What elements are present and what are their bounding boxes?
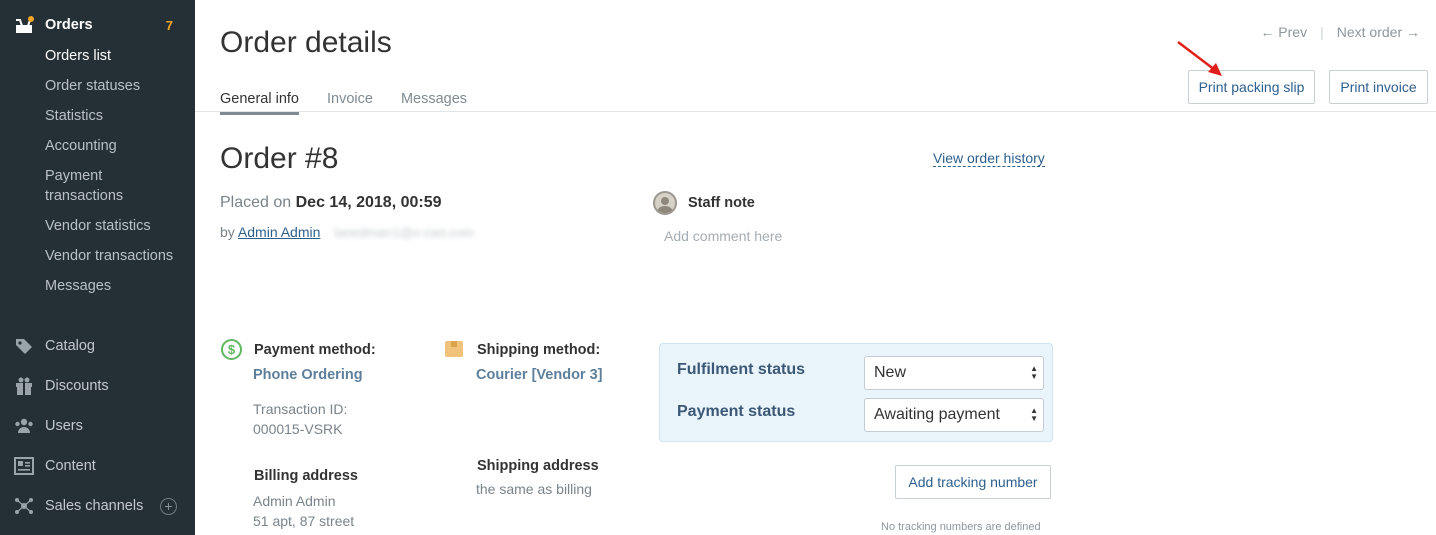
tag-icon [16, 339, 32, 354]
payment-method-value: Phone Ordering [253, 367, 363, 383]
shipping-address-value: the same as billing [476, 481, 592, 497]
order-number-title: Order #8 [220, 142, 339, 175]
transaction-id-label: Transaction ID: [253, 401, 348, 417]
fulfilment-status-select[interactable]: New ▲ ▼ [864, 356, 1044, 390]
sidebar-item-discounts[interactable]: Discounts [0, 371, 195, 401]
view-order-history-link[interactable]: View order history [933, 150, 1045, 167]
payment-status-value: Awaiting payment [874, 406, 1000, 423]
billing-address-name: Admin Admin [253, 493, 336, 509]
order-status-panel: Fulfilment status New ▲ ▼ Payment status … [659, 343, 1053, 442]
order-placed-info: Placed on Dec 14, 2018, 00:59 [220, 194, 442, 212]
customer-name-link[interactable]: Admin Admin [238, 224, 320, 240]
add-sales-channel-button[interactable]: + [160, 498, 177, 515]
page-title: Order details [220, 26, 392, 59]
select-arrows-icon: ▲ ▼ [1030, 364, 1038, 381]
gift-icon [16, 377, 32, 395]
sidebar-item-vendor-statistics[interactable]: Vendor statistics [45, 216, 151, 236]
print-invoice-button[interactable]: Print invoice [1329, 70, 1428, 104]
header-divider [195, 111, 1436, 112]
sidebar-item-label: Users [45, 418, 83, 434]
order-byline: by Admin Admin lanedmarr1@x-cart.com [220, 224, 474, 240]
by-prefix: by [220, 224, 235, 240]
sidebar-item-vendor-transactions[interactable]: Vendor transactions [45, 246, 173, 266]
package-icon [445, 341, 463, 357]
staff-avatar [653, 191, 677, 215]
sidebar-item-label: Sales channels [45, 498, 144, 514]
sidebar: Orders 7 Orders list Order statuses Stat… [0, 0, 195, 535]
prev-order-link[interactable]: ← Prev [1260, 24, 1307, 40]
sidebar-item-label: Content [45, 458, 96, 474]
select-arrows-icon: ▲ ▼ [1030, 406, 1038, 423]
main-content: Order details General info Invoice Messa… [195, 0, 1436, 535]
sidebar-item-users[interactable]: Users [0, 411, 195, 441]
sidebar-item-label: Discounts [45, 378, 109, 394]
no-tracking-text: No tracking numbers are defined [881, 521, 1041, 533]
annotation-arrow-icon [1177, 41, 1222, 76]
payment-status-label: Payment status [677, 403, 796, 420]
next-order-link[interactable]: Next order → [1337, 24, 1420, 40]
sidebar-item-payment-transactions[interactable]: Payment transactions [45, 166, 145, 206]
customer-email-blurred: lanedmarr1@x-cart.com [334, 225, 474, 240]
sidebar-item-statistics[interactable]: Statistics [45, 106, 103, 126]
payment-status-select[interactable]: Awaiting payment ▲ ▼ [864, 398, 1044, 432]
billing-address-line1: 51 apt, 87 street [253, 513, 355, 529]
fulfilment-status-value: New [874, 364, 907, 381]
sidebar-item-catalog[interactable]: Catalog [0, 331, 195, 361]
users-icon [15, 418, 33, 433]
sidebar-item-order-statuses[interactable]: Order statuses [45, 76, 140, 96]
transaction-id-value: 000015-VSRK [253, 421, 343, 437]
sidebar-item-sales-channels[interactable]: Sales channels + [0, 491, 195, 521]
sales-channels-icon [15, 498, 33, 514]
sidebar-item-label: Catalog [45, 338, 95, 354]
order-pager: ← Prev | Next order → [1260, 24, 1420, 40]
staff-note-input[interactable]: Add comment here [664, 228, 782, 244]
sidebar-item-orders-list[interactable]: Orders list [45, 46, 111, 66]
shipping-method-label: Shipping method: [477, 342, 601, 358]
shipping-method-value: Courier [Vendor 3] [476, 367, 603, 383]
staff-note-title: Staff note [688, 195, 755, 211]
pager-divider: | [1320, 24, 1324, 40]
orders-icon [16, 16, 34, 33]
sidebar-item-content[interactable]: Content [0, 451, 195, 481]
sidebar-item-orders[interactable]: Orders 7 [0, 10, 195, 40]
fulfilment-status-label: Fulfilment status [677, 361, 806, 378]
content-icon [14, 457, 34, 475]
sidebar-item-accounting[interactable]: Accounting [45, 136, 117, 156]
add-tracking-number-button[interactable]: Add tracking number [895, 465, 1051, 499]
placed-prefix: Placed on [220, 194, 292, 211]
placed-date: Dec 14, 2018, 00:59 [295, 194, 442, 211]
dollar-icon: $ [221, 339, 242, 360]
sidebar-item-label: Orders [45, 17, 93, 33]
orders-count-badge: 7 [165, 17, 173, 33]
shipping-address-label: Shipping address [477, 458, 599, 474]
payment-method-label: Payment method: [254, 342, 376, 358]
sidebar-item-messages[interactable]: Messages [45, 276, 111, 296]
billing-address-label: Billing address [254, 468, 358, 484]
